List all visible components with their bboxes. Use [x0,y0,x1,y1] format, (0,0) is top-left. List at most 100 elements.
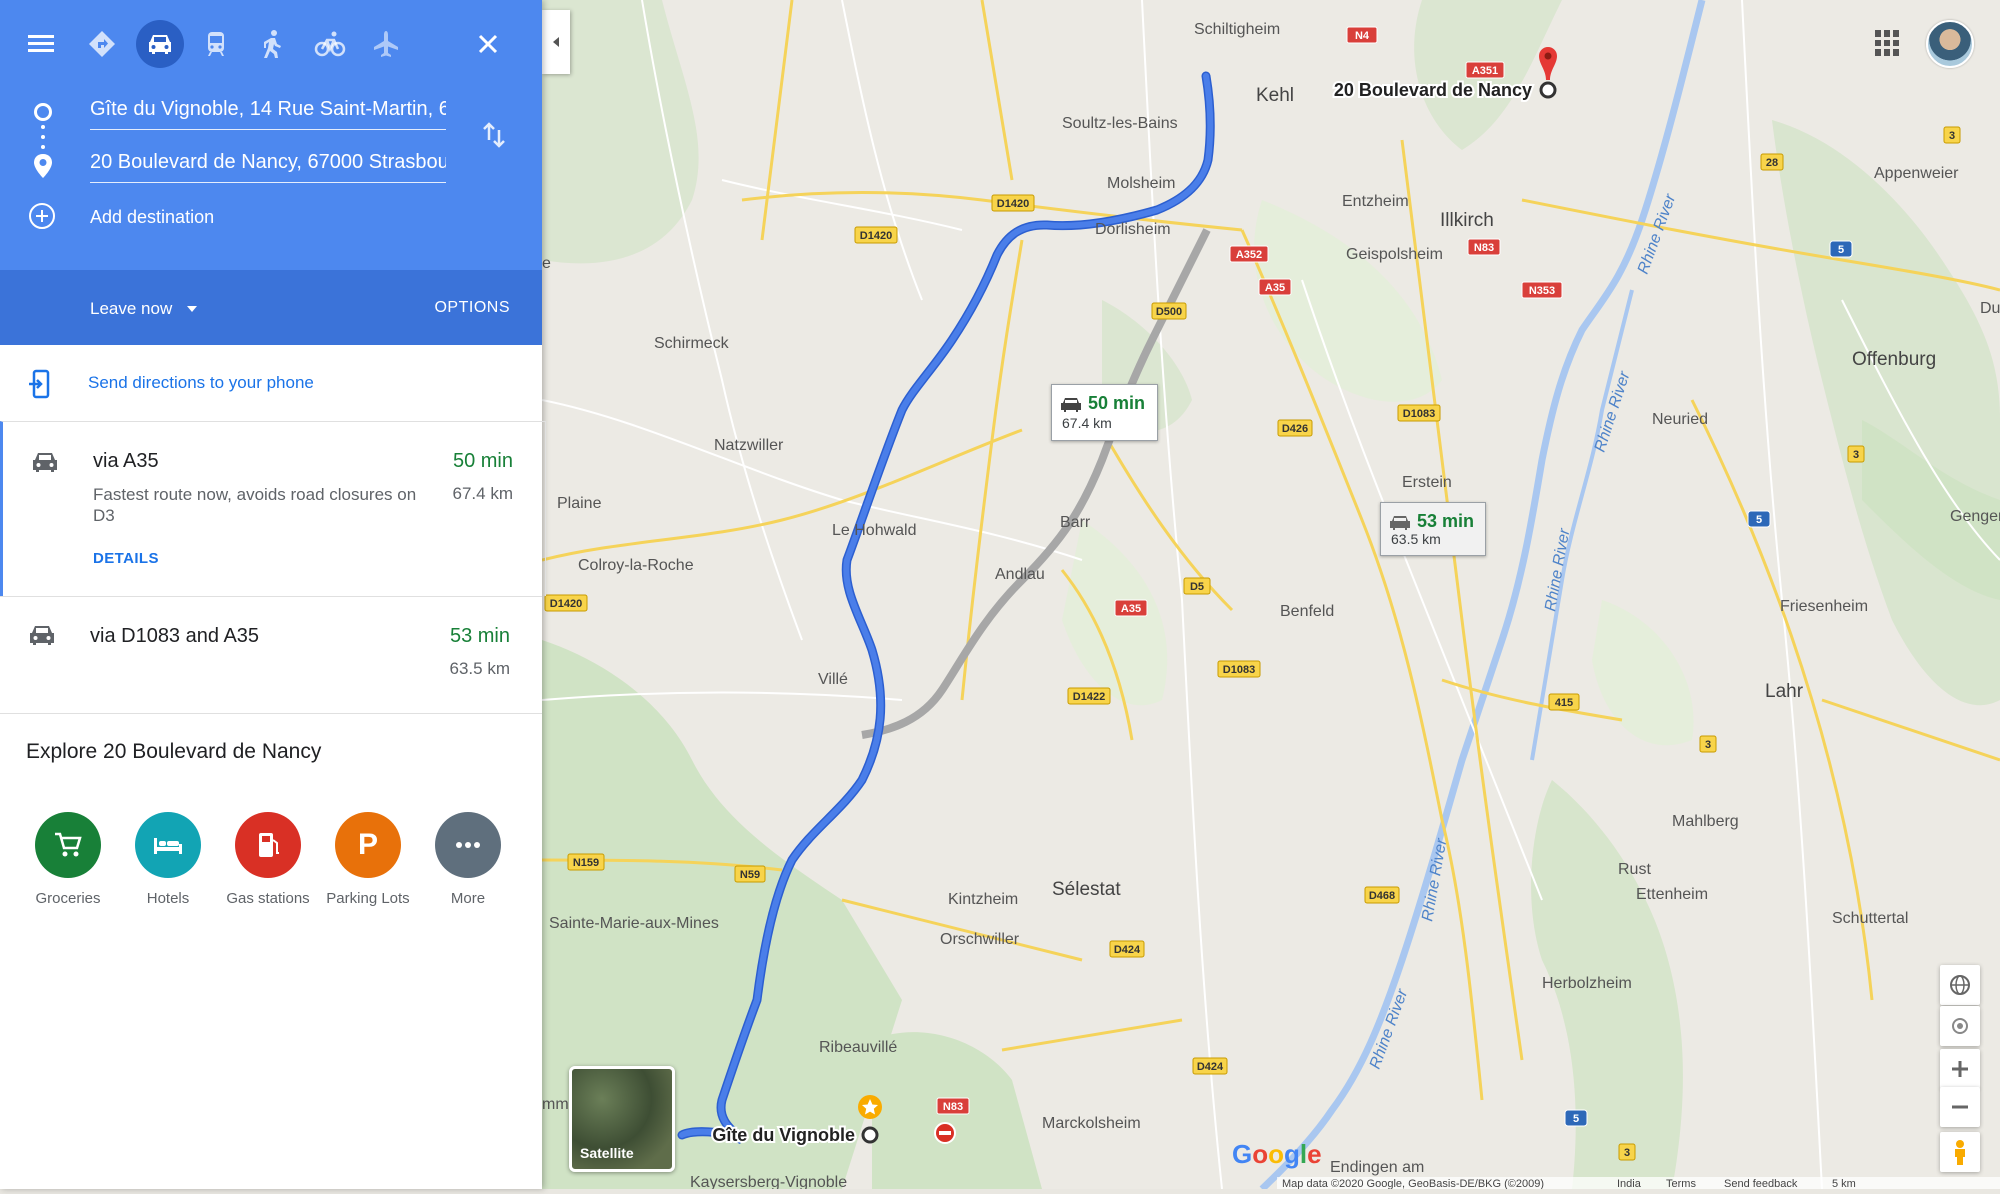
send-to-phone-link[interactable]: Send directions to your phone [0,345,542,421]
cart-icon [55,832,82,857]
directions-panel: Gîte du Vignoble, 14 Rue Saint-Martin, 6… [0,0,546,1189]
callout-main-time: 50 min [1088,393,1146,413]
parking-icon: P [357,828,378,861]
route-time: 53 min [449,625,510,647]
mode-flight-button[interactable] [362,20,410,68]
svg-text:3: 3 [1853,449,1859,461]
place-entzheim: Entzheim [1342,193,1409,210]
place-offenburg: Offenburg [1852,349,1936,370]
destination-pin-icon [34,154,52,178]
send-to-phone-label: Send directions to your phone [88,373,314,392]
place-natzwiller: Natzwiller [714,437,784,454]
route-option-d1083[interactable]: via D1083 and A35 53 min 63.5 km [0,596,542,714]
svg-text:3: 3 [1624,1147,1630,1159]
transit-icon [208,32,224,56]
svg-text:N4: N4 [1355,30,1370,42]
star-marker[interactable] [858,1095,882,1119]
zoom-in-button[interactable] [1940,1049,1980,1089]
explore-title: Explore 20 Boulevard de Nancy [26,740,322,763]
svg-text:A35: A35 [1265,282,1285,294]
explore-label: Parking Lots [326,890,410,907]
menu-button[interactable] [22,26,62,62]
location-icon [1952,1018,1968,1034]
options-button[interactable]: OPTIONS [434,299,510,317]
collapse-panel-button[interactable] [542,10,570,74]
globe-icon [1950,975,1970,995]
explore-circle [135,812,201,878]
minus-icon [1952,1105,1968,1109]
origin-input[interactable]: Gîte du Vignoble, 14 Rue Saint-Martin, 6 [90,89,446,130]
svg-text:5: 5 [1756,514,1762,526]
svg-text:N59: N59 [740,869,760,881]
swap-button[interactable] [476,117,512,153]
close-directions-button[interactable] [470,26,506,62]
departure-options-bar: Leave now OPTIONS [0,270,542,345]
explore-groceries[interactable]: Groceries [18,812,118,907]
route-title: via D1083 and A35 [90,625,260,647]
explore-circle [35,812,101,878]
dropdown-arrow-icon [187,306,198,312]
bed-icon [154,838,182,854]
explore-parking-lots[interactable]: P Parking Lots [318,812,418,907]
explore-circle: P [335,812,401,878]
place-benfeld: Benfeld [1280,603,1334,620]
place-schiltigheim: Schiltigheim [1194,21,1280,38]
destination-input[interactable]: 20 Boulevard de Nancy, 67000 Strasbou [90,142,446,183]
mode-transit-button[interactable] [192,20,240,68]
place-endingen: Endingen am [1330,1159,1424,1176]
road-closure-icon[interactable] [934,1122,956,1144]
origin-dot-icon [34,103,52,121]
place-friesenheim: Friesenheim [1780,598,1868,615]
explore-gas-stations[interactable]: Gas stations [218,812,318,907]
pegman-icon [1955,1140,1965,1165]
satellite-toggle[interactable]: Satellite [569,1066,675,1172]
explore-label: Hotels [146,890,190,907]
destination-label: 20 Boulevard de Nancy [1334,80,1532,100]
svg-text:5 km: 5 km [1832,1178,1856,1189]
route-option-a35[interactable]: via A35 50 min Fastest route now, avoids… [0,421,546,596]
place-lahr: Lahr [1765,681,1804,702]
mode-driving-button[interactable] [136,20,184,68]
svg-text:415: 415 [1555,697,1573,709]
avatar[interactable] [1926,20,1974,68]
mode-best-button[interactable] [78,20,126,68]
car-icon [1390,516,1410,530]
route-callout-alt[interactable]: 53 min 63.5 km [1380,502,1486,556]
explore-more[interactable]: More [418,812,518,907]
globe-button[interactable] [1940,965,1980,1005]
svg-text:5: 5 [1838,244,1844,256]
pegman-button[interactable] [1940,1132,1980,1172]
route-callout-main[interactable]: 50 min 67.4 km [1051,384,1158,441]
satellite-label: Satellite [580,1145,634,1161]
car-icon [33,453,57,472]
svg-text:D1083: D1083 [1403,408,1435,420]
my-location-button[interactable] [1940,1006,1980,1046]
leave-now-dropdown[interactable]: Leave now [90,294,198,324]
zoom-out-button[interactable] [1940,1087,1980,1127]
fuel-icon [259,833,279,857]
origin-marker[interactable]: Gîte du Vignoble [710,1123,879,1147]
route-details-link[interactable]: DETAILS [93,550,159,567]
place-ribeauville: Ribeauvillé [819,1039,897,1056]
car-icon [30,626,54,645]
route-dots-icon [41,125,45,149]
mode-walking-button[interactable] [248,20,296,68]
map-canvas[interactable]: Schiltigheim Kehl Appenweier Soultz-les-… [541,0,2000,1192]
add-destination-button[interactable]: Add destination [26,200,446,236]
swap-icon [483,122,505,148]
explore-hotels[interactable]: Hotels [118,812,218,907]
callout-main-distance: 67.4 km [1062,415,1112,431]
callout-alt-time: 53 min [1417,511,1475,531]
place-marckolsheim: Marckolsheim [1042,1115,1141,1132]
svg-text:A35: A35 [1121,603,1141,615]
place-mm: mm [542,1096,569,1113]
svg-text:D424: D424 [1114,944,1141,956]
bike-icon [314,31,346,57]
place-genger: Genger [1950,508,2000,525]
plus-icon [1952,1061,1968,1077]
apps-grid-button[interactable] [1875,30,1901,56]
place-ville: Villé [818,671,848,688]
place-kaysersberg: Kaysersberg-Vignoble [690,1174,847,1189]
add-destination-label: Add destination [90,207,215,227]
mode-cycling-button[interactable] [306,20,354,68]
